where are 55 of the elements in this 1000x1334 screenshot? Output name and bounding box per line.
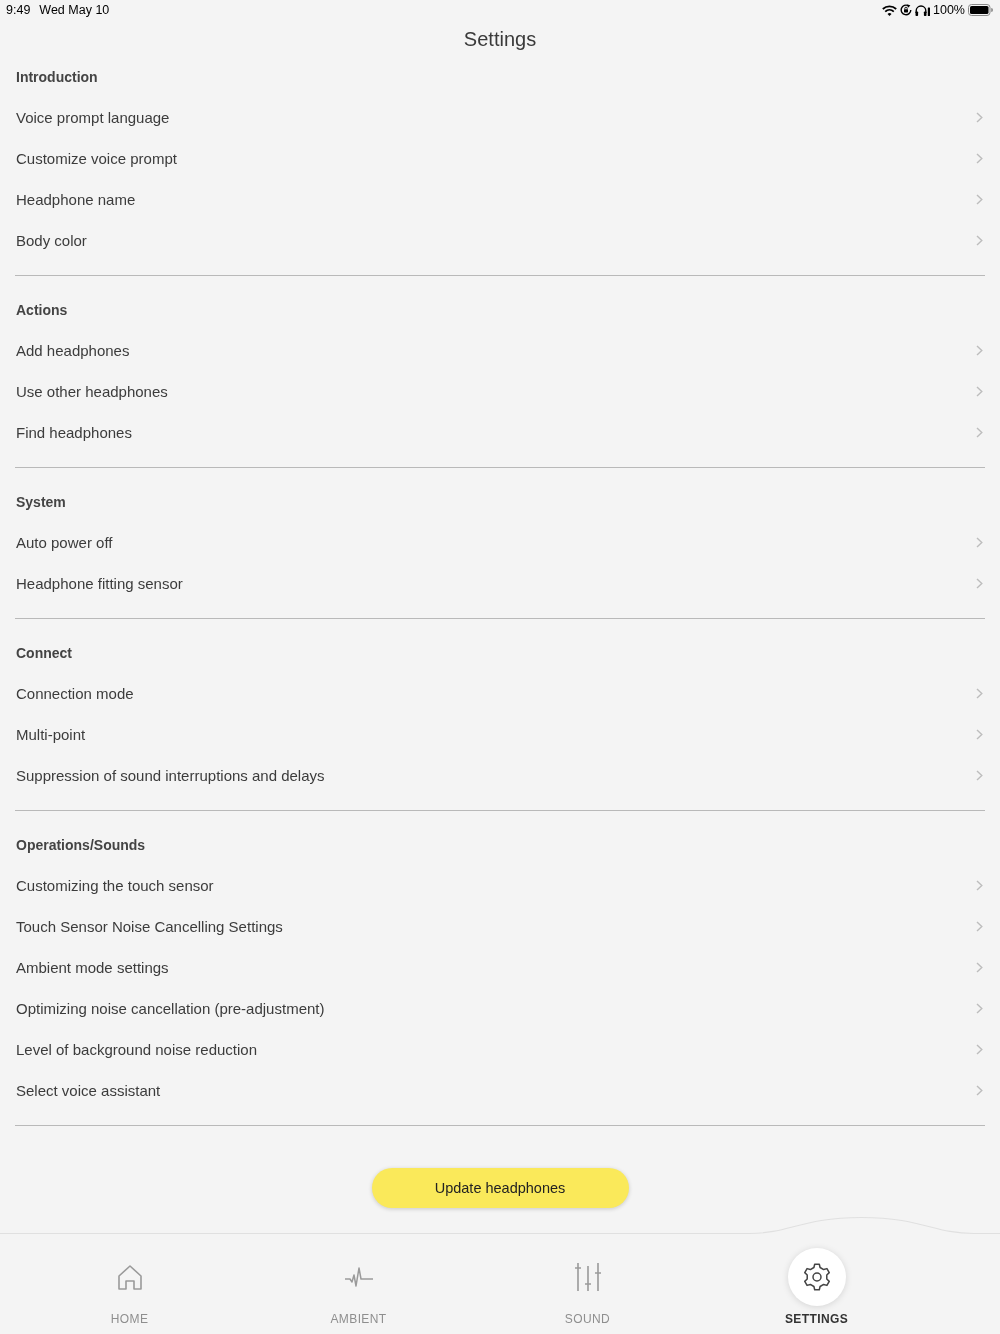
wifi-icon [882, 4, 897, 16]
settings-row[interactable]: Customize voice prompt [15, 138, 985, 179]
settings-row[interactable]: Level of background noise reduction [15, 1029, 985, 1070]
chevron-right-icon [976, 153, 983, 164]
headphones-icon [915, 4, 930, 16]
chevron-right-icon [976, 688, 983, 699]
chevron-right-icon [976, 427, 983, 438]
settings-row[interactable]: Suppression of sound interruptions and delays [15, 755, 985, 796]
settings-row[interactable]: Headphone fitting sensor [15, 563, 985, 604]
chevron-right-icon [976, 537, 983, 548]
sliders-icon [573, 1262, 602, 1292]
settings-row[interactable]: Ambient mode settings [15, 947, 985, 988]
settings-row[interactable]: Multi-point [15, 714, 985, 755]
tab[interactable]: SETTINGS [702, 1235, 931, 1334]
settings-row[interactable]: Find headphones [15, 412, 985, 453]
gear-icon [787, 1248, 846, 1306]
status-date: Wed May 10 [39, 3, 110, 17]
section-header: System [15, 493, 67, 512]
battery-percent: 100% [933, 3, 965, 17]
settings-row[interactable]: Auto power off [15, 522, 985, 563]
chevron-right-icon [976, 1085, 983, 1096]
chevron-right-icon [976, 770, 983, 781]
chevron-right-icon [976, 112, 983, 123]
chevron-right-icon [976, 921, 983, 932]
section-header: Operations/Sounds [15, 836, 147, 855]
section-header: Connect [15, 644, 73, 663]
section-header: Introduction [15, 68, 99, 87]
pulse-icon [343, 1266, 374, 1288]
settings-row[interactable]: Headphone name [15, 179, 985, 220]
settings-row[interactable]: Voice prompt language [15, 97, 985, 138]
chevron-right-icon [976, 578, 983, 589]
settings-row[interactable]: Optimizing noise cancellation (pre-adjustment) [15, 988, 985, 1029]
settings-row[interactable]: Connection mode [15, 673, 985, 714]
chevron-right-icon [976, 1003, 983, 1014]
settings-row[interactable]: Touch Sensor Noise Cancelling Settings [15, 906, 985, 947]
section-header: Actions [15, 301, 69, 320]
page-title: Settings [462, 27, 538, 52]
settings-row[interactable]: Add headphones [15, 330, 985, 371]
chevron-right-icon [976, 386, 983, 397]
chevron-right-icon [976, 1044, 983, 1055]
chevron-right-icon [976, 194, 983, 205]
settings-row[interactable]: Customizing the touch sensor [15, 865, 985, 906]
settings-row[interactable]: Use other headphones [15, 371, 985, 412]
chevron-right-icon [976, 345, 983, 356]
chevron-right-icon [976, 880, 983, 891]
battery-icon [968, 4, 993, 16]
chevron-right-icon [976, 729, 983, 740]
settings-row[interactable]: Select voice assistant [15, 1070, 985, 1111]
update-button[interactable]: Update headphones [371, 1168, 629, 1208]
status-time: 9:49 [6, 3, 31, 17]
settings-row[interactable]: Body color [15, 220, 985, 261]
home-icon [115, 1263, 144, 1291]
rotation-lock-icon [900, 4, 912, 16]
chevron-right-icon [976, 235, 983, 246]
chevron-right-icon [976, 962, 983, 973]
